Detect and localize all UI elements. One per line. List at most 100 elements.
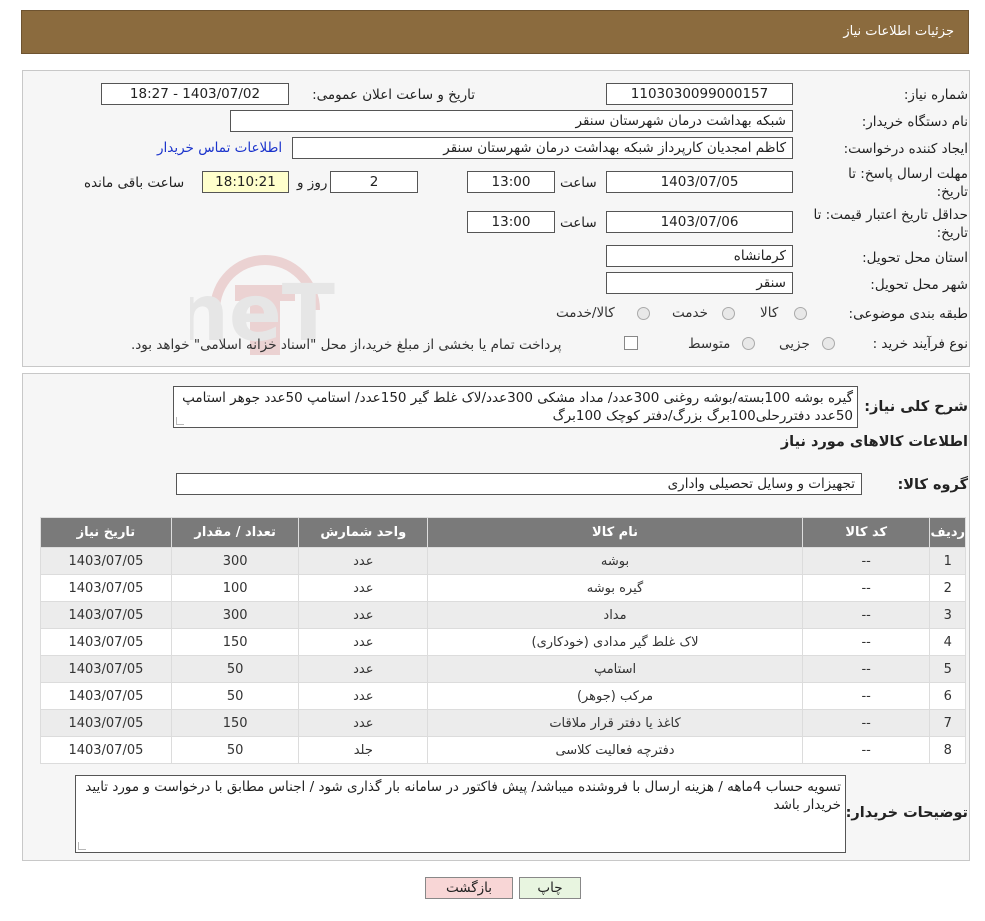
cell-qty: 150 [170,628,300,656]
table-row: 3 -- مداد عدد 300 1403/07/05 [40,601,966,629]
table-row: 6 -- مرکب (جوهر) عدد 50 1403/07/05 [40,682,966,710]
cell-qty: 100 [170,574,300,602]
description-textarea[interactable]: گیره بوشه 100بسته/بوشه روغنی 300عدد/ مدا… [173,386,858,428]
goods-table: ردیف کد کالا نام کالا واحد شمارش تعداد /… [40,517,966,764]
buyer-org-field: شبکه بهداشت درمان شهرستان سنقر [230,110,793,132]
cell-date: 1403/07/05 [40,655,172,683]
process-label: نوع فرآیند خرید : [872,336,968,352]
process-radio-minor[interactable] [822,337,835,350]
cell-unit: عدد [298,574,429,602]
cell-code: -- [801,547,931,575]
cell-name: دفترچه فعالیت کلاسی [427,736,803,764]
cell-unit: عدد [298,601,429,629]
category-radio-goods-service[interactable] [637,307,650,320]
reply-deadline-time-field: 13:00 [467,171,555,193]
col-row-header: ردیف [929,517,966,548]
buyer-contact-link[interactable]: اطلاعات تماس خریدار [157,140,282,156]
category-option-service: خدمت [672,305,708,321]
province-label: استان محل تحویل: [862,250,968,266]
cell-unit: عدد [298,628,429,656]
goods-table-header: ردیف کد کالا نام کالا واحد شمارش تعداد /… [40,517,966,548]
cell-row: 8 [929,736,966,764]
reply-deadline-label-2: تاریخ: [936,184,968,200]
cell-name: مداد [427,601,803,629]
cell-qty: 300 [170,547,300,575]
table-row: 7 -- کاغذ یا دفتر قرار ملاقات عدد 150 1403/07… [40,709,966,737]
process-radio-medium[interactable] [742,337,755,350]
back-button[interactable]: بازگشت [425,877,513,899]
cell-name: گیره بوشه [427,574,803,602]
resize-grip-icon[interactable] [176,417,184,425]
announce-label: تاریخ و ساعت اعلان عمومی: [312,87,475,103]
goods-section-title: اطلاعات کالاهای مورد نیاز [780,434,968,450]
buyer-org-label: نام دستگاه خریدار: [861,114,968,130]
cell-date: 1403/07/05 [40,574,172,602]
cell-date: 1403/07/05 [40,736,172,764]
cell-name: لاک غلط گیر مدادی (خودکاری) [427,628,803,656]
col-unit-header: واحد شمارش [298,517,429,548]
cell-code: -- [801,655,931,683]
need-number-label: شماره نیاز: [903,87,968,103]
city-label: شهر محل تحویل: [870,277,968,293]
cell-date: 1403/07/05 [40,628,172,656]
reply-deadline-date-field: 1403/07/05 [606,171,793,193]
creator-label: ایجاد کننده درخواست: [843,141,968,157]
cell-name: بوشه [427,547,803,575]
cell-code: -- [801,736,931,764]
page-title: جزئیات اطلاعات نیاز [843,24,954,39]
description-text: گیره بوشه 100بسته/بوشه روغنی 300عدد/ مدا… [182,390,853,424]
goods-group-field: تجهیزات و وسایل تحصیلی واداری [176,473,862,495]
cell-unit: عدد [298,682,429,710]
goods-group-label: گروه کالا: [897,477,968,493]
remaining-time-label: ساعت باقی مانده [84,175,185,191]
cell-qty: 300 [170,601,300,629]
cell-row: 1 [929,547,966,575]
cell-name: مرکب (جوهر) [427,682,803,710]
page-header: جزئیات اطلاعات نیاز [21,10,969,54]
table-row: 8 -- دفترچه فعالیت کلاسی جلد 50 1403/07/05 [40,736,966,764]
category-radio-service[interactable] [722,307,735,320]
price-validity-date-field: 1403/07/06 [606,211,793,233]
table-row: 2 -- گیره بوشه عدد 100 1403/07/05 [40,574,966,602]
cell-row: 6 [929,682,966,710]
province-field: کرمانشاه [606,245,793,267]
print-button[interactable]: چاپ [519,877,581,899]
category-radio-goods[interactable] [794,307,807,320]
buyer-notes-label: توضیحات خریدار: [845,805,968,821]
process-option-medium: متوسط [688,336,731,352]
process-option-minor: جزیی [779,336,810,352]
resize-grip-icon[interactable] [78,842,86,850]
cell-code: -- [801,628,931,656]
need-number-field: 1103030099000157 [606,83,793,105]
cell-name: استامپ [427,655,803,683]
cell-unit: عدد [298,709,429,737]
cell-row: 4 [929,628,966,656]
cell-unit: عدد [298,655,429,683]
price-validity-label-1: حداقل تاریخ اعتبار قیمت: تا [813,207,968,223]
buyer-notes-text: تسویه حساب 4ماهه / هزینه ارسال با فروشند… [85,779,841,813]
cell-code: -- [801,682,931,710]
city-field: سنقر [606,272,793,294]
cell-date: 1403/07/05 [40,709,172,737]
cell-date: 1403/07/05 [40,682,172,710]
table-row: 1 -- بوشه عدد 300 1403/07/05 [40,547,966,575]
description-label: شرح کلی نیاز: [864,399,968,415]
creator-field: کاظم امجدیان کارپرداز شبکه بهداشت درمان … [292,137,793,159]
cell-unit: عدد [298,547,429,575]
reply-deadline-label-1: مهلت ارسال پاسخ: تا [848,166,968,182]
cell-date: 1403/07/05 [40,601,172,629]
category-option-goods: کالا [760,305,779,321]
table-row: 4 -- لاک غلط گیر مدادی (خودکاری) عدد 150 1403… [40,628,966,656]
cell-code: -- [801,601,931,629]
col-code-header: کد کالا [801,517,931,548]
buyer-notes-textarea[interactable]: تسویه حساب 4ماهه / هزینه ارسال با فروشند… [75,775,846,853]
cell-unit: جلد [298,736,429,764]
category-option-goods-service: کالا/خدمت [556,305,615,321]
cell-qty: 50 [170,655,300,683]
cell-code: -- [801,574,931,602]
remaining-time-field: 18:10:21 [202,171,289,193]
cell-code: -- [801,709,931,737]
treasury-docs-checkbox[interactable] [624,336,638,350]
cell-row: 7 [929,709,966,737]
cell-row: 2 [929,574,966,602]
